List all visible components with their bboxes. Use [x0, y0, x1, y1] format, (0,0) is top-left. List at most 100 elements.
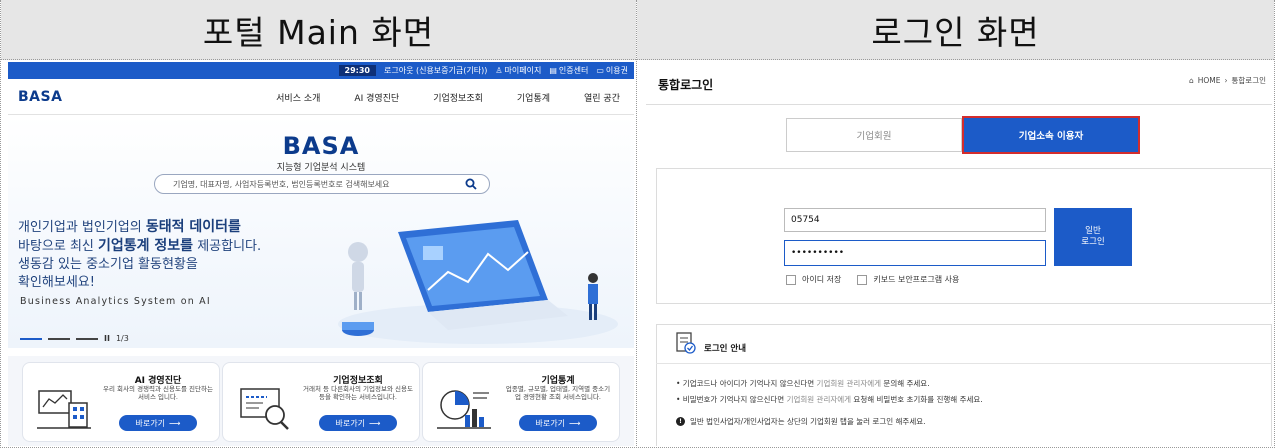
- info-icon: !: [676, 417, 685, 426]
- login-button-label: 일반 로그인: [1081, 226, 1104, 248]
- magnifier-document-icon: [240, 388, 289, 430]
- keyboard-security-checkbox[interactable]: [857, 274, 868, 285]
- slide-indicator-2[interactable]: [48, 337, 70, 340]
- menu-service-intro[interactable]: 서비스 소개: [276, 91, 320, 104]
- hero-line-3: 생동감 있는 중소기업 활동현황을: [18, 257, 198, 272]
- arrow-right-icon: ⟶: [368, 418, 381, 428]
- id-input[interactable]: [784, 208, 1046, 232]
- column-divider: [636, 0, 637, 448]
- login-button-line-1: 일반: [1085, 226, 1101, 236]
- general-login-button[interactable]: 일반 로그인: [1054, 208, 1132, 266]
- hero-line-4: 확인해보세요!: [18, 275, 95, 290]
- hero-english-tagline: Business Analytics System on AI: [20, 296, 211, 307]
- card-ai-diagnosis[interactable]: AI 경영진단 우리 회사의 경쟁력과 신용도를 진단하는 서비스 입니다. 바…: [22, 362, 220, 442]
- page-title: 통합로그인: [658, 78, 714, 92]
- person-icon: ♙: [495, 66, 503, 75]
- title-divider: [646, 104, 1272, 105]
- global-nav: BASA 서비스 소개 AI 경영진단 기업정보조회 기업통계 열린 공간: [8, 79, 634, 115]
- hero-line-2-emphasis: 기업통계 정보를: [98, 238, 194, 254]
- cert-center-label: 인증센터: [558, 66, 589, 75]
- guide-item-1-emphasis: 기업회원 관리자에게: [816, 379, 882, 388]
- pie-bar-chart-icon: [437, 390, 491, 429]
- login-guide-title: 로그인 안내: [704, 344, 747, 354]
- logout-link[interactable]: 로그아웃 (신용보증기금(기타)): [384, 65, 487, 76]
- login-options: 아이디 저장 키보드 보안프로그램 사용: [786, 274, 959, 285]
- slide-counter: 1/3: [115, 334, 129, 343]
- guide-note-text: 일반 법인사업자/개인사업자는 상단의 기업회원 탭을 눌러 로그인 해주세요.: [690, 417, 926, 426]
- breadcrumb-home[interactable]: HOME: [1198, 76, 1221, 85]
- password-input[interactable]: [784, 240, 1046, 266]
- monitor-chart-icon: [37, 390, 91, 429]
- portal-main-screenshot: 29:30 로그아웃 (신용보증기금(기타)) ♙ 마이페이지 ▤ 인증센터 ▭ 이용…: [8, 62, 634, 446]
- pause-icon[interactable]: II: [104, 334, 110, 343]
- menu-open-space[interactable]: 열린 공간: [584, 91, 620, 104]
- mypage-label: 마이페이지: [504, 66, 542, 75]
- arrow-right-icon: ⟶: [168, 418, 181, 428]
- breadcrumb: ⌂ HOME › 통합로그인: [1189, 75, 1266, 86]
- login-guide-header: [656, 324, 1272, 364]
- utility-bar: 29:30 로그아웃 (신용보증기금(기타)) ♙ 마이페이지 ▤ 인증센터 ▭ 이용…: [8, 62, 634, 79]
- cert-center-link[interactable]: ▤ 인증센터: [549, 65, 588, 76]
- guide-item-1: • 기업코드나 아이디가 기억나지 않으신다면 기업회원 관리자에게 문의해 주…: [676, 378, 930, 389]
- search-icon[interactable]: [465, 178, 477, 190]
- save-id-checkbox[interactable]: [786, 274, 796, 285]
- slide-indicator-1[interactable]: [20, 337, 42, 340]
- company-search-box: [154, 174, 490, 194]
- login-screen-heading: 로그인 화면: [637, 0, 1274, 60]
- menu-ai-diagnosis[interactable]: AI 경영진단: [354, 91, 399, 104]
- guide-item-1-text: • 기업코드나 아이디가 기억나지 않으신다면: [676, 379, 817, 388]
- hero-logo: BASA: [282, 132, 360, 160]
- home-icon[interactable]: ⌂: [1189, 76, 1194, 85]
- hero-line-1: 개인기업과 법인기업의 동태적 데이터를: [18, 218, 358, 237]
- site-logo[interactable]: BASA: [18, 89, 62, 105]
- guide-link[interactable]: ▭ 이용권: [596, 65, 628, 76]
- tab-affiliated-user[interactable]: 기업소속 이용자: [964, 118, 1138, 152]
- hero-line-2-tail: 제공합니다.: [193, 239, 262, 254]
- go-button-label: 바로가기: [135, 418, 165, 428]
- card-company-stats[interactable]: 기업통계 업종별, 규모별, 업태별, 지역별 중소기업 경영현황 조회 서비스…: [422, 362, 620, 442]
- go-button[interactable]: 바로가기 ⟶: [319, 415, 397, 431]
- go-button[interactable]: 바로가기 ⟶: [519, 415, 597, 431]
- go-button-label: 바로가기: [535, 418, 565, 428]
- certificate-icon: ▤: [549, 66, 557, 75]
- hero-slider-controls: II 1/3: [20, 334, 129, 343]
- hero-line-1-emphasis: 동태적 데이터를: [145, 219, 241, 235]
- tab-company-member[interactable]: 기업회원: [786, 118, 962, 152]
- save-id-label: 아이디 저장: [802, 275, 842, 284]
- guide-item-1-tail: 문의해 주세요.: [881, 379, 930, 388]
- menu-company-stats[interactable]: 기업통계: [517, 91, 550, 104]
- card-description: 우리 회사의 경쟁력과 신용도를 진단하는 서비스 입니다.: [103, 385, 213, 401]
- menu-company-search[interactable]: 기업정보조회: [433, 91, 483, 104]
- card-description: 업종별, 규모별, 업태별, 지역별 중소기업 경영현황 조회 서비스입니다.: [505, 385, 611, 401]
- keyboard-security-label: 키보드 보안프로그램 사용: [873, 275, 960, 284]
- hero-line-2-text: 바탕으로 최신: [18, 239, 99, 254]
- guide-item-2-text: • 비밀번호가 기억나지 않으신다면: [676, 395, 787, 404]
- guide-item-2-tail: 요청해 비밀번호 초기화를 진행해 주세요.: [851, 395, 983, 404]
- guide-label: 이용권: [605, 66, 628, 75]
- go-button[interactable]: 바로가기 ⟶: [119, 415, 197, 431]
- arrow-right-icon: ⟶: [568, 418, 581, 428]
- slide-indicator-3[interactable]: [76, 337, 98, 340]
- breadcrumb-current: 통합로그인: [1231, 76, 1267, 85]
- card-description: 거래처 등 다른회사의 기업정보와 신용도 등을 확인하는 서비스입니다.: [303, 385, 413, 401]
- company-search-input[interactable]: [173, 179, 443, 189]
- hero-line-2: 바탕으로 최신 기업통계 정보를 제공합니다.: [18, 237, 358, 256]
- guide-item-2: • 비밀번호가 기억나지 않으신다면 기업회원 관리자에게 요청해 비밀번호 초…: [676, 394, 983, 405]
- main-menu: 서비스 소개 AI 경영진단 기업정보조회 기업통계 열린 공간: [276, 91, 620, 104]
- mypage-link[interactable]: ♙ 마이페이지: [495, 65, 541, 76]
- guide-item-2-emphasis: 기업회원 관리자에게: [786, 395, 852, 404]
- go-button-label: 바로가기: [335, 418, 365, 428]
- card-icon: ▭: [596, 66, 604, 75]
- session-timer: 29:30: [338, 65, 376, 76]
- hero-copy: 개인기업과 법인기업의 동태적 데이터를 바탕으로 최신 기업통계 정보를 제공…: [18, 218, 358, 292]
- chevron-right-icon: ›: [1224, 76, 1228, 85]
- login-screenshot: 통합로그인 ⌂ HOME › 통합로그인 기업회원 기업소속 이용자 일반로그인…: [646, 62, 1272, 446]
- analytics-illustration: [338, 220, 618, 344]
- login-form-box: [656, 168, 1272, 304]
- card-company-search[interactable]: 기업정보조회 거래처 등 다른회사의 기업정보와 신용도 등을 확인하는 서비스…: [222, 362, 420, 442]
- guide-note: ! 일반 법인사업자/개인사업자는 상단의 기업회원 탭을 눌러 로그인 해주세…: [676, 416, 926, 427]
- hero-subtitle: 지능형 기업분석 시스템: [276, 163, 366, 173]
- login-button-line-2: 로그인: [1081, 237, 1105, 247]
- hero-line-1-text: 개인기업과 법인기업의: [18, 220, 146, 235]
- portal-main-heading: 포털 Main 화면: [1, 0, 636, 60]
